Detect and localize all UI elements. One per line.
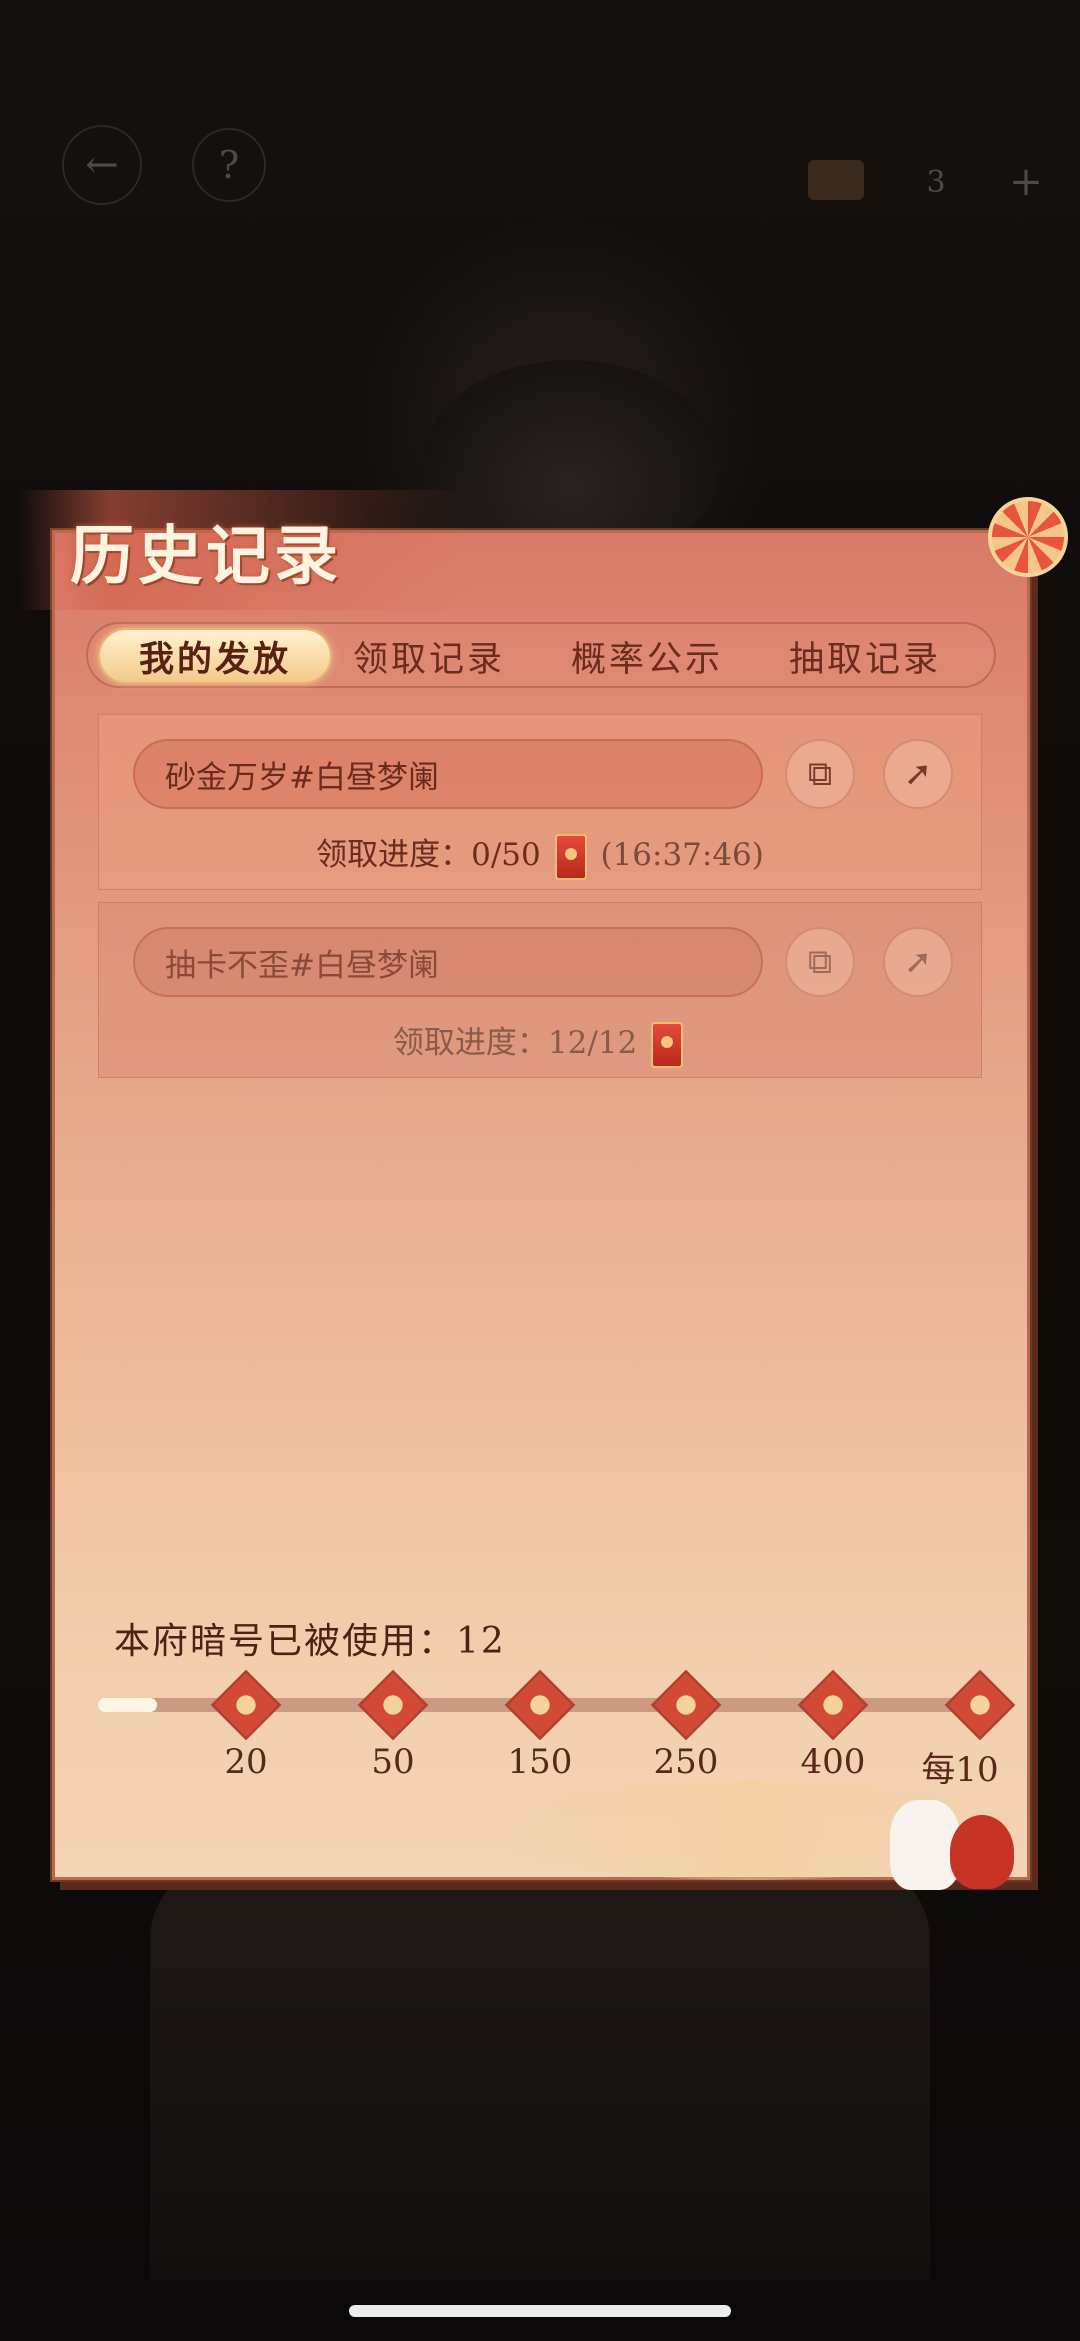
add-currency-button[interactable]: + xyxy=(1000,159,1052,205)
copy-button[interactable]: ⧉ xyxy=(785,927,855,997)
milestone-label: 250 xyxy=(653,1742,719,1782)
progress-label: 领取进度：12/12 xyxy=(392,1025,638,1061)
tab-label: 抽取记录 xyxy=(788,639,941,680)
red-packet-icon xyxy=(554,833,587,880)
close-emblem-button[interactable] xyxy=(988,497,1068,577)
milestone-label: 20 xyxy=(224,1742,268,1782)
tab-claim-records[interactable]: 领取记录 xyxy=(334,630,524,682)
milestone-label: 150 xyxy=(507,1742,573,1782)
usage-progress-fill xyxy=(98,1698,158,1712)
copy-icon: ⧉ xyxy=(807,942,833,982)
tab-draw-records[interactable]: 抽取记录 xyxy=(770,630,960,682)
countdown-timer: (16:37:46) xyxy=(600,837,764,873)
milestone-label: 50 xyxy=(371,1742,415,1782)
home-indicator[interactable] xyxy=(349,2305,731,2317)
list-item: 抽卡不歪#白昼梦阑 ⧉ ➚ 领取进度：12/12 xyxy=(98,902,982,1078)
share-icon: ➚ xyxy=(903,942,933,982)
background-character-robe xyxy=(150,1860,930,2280)
list-item: 砂金万岁#白昼梦阑 ⧉ ➚ 领取进度：0/50 (16:37:46) xyxy=(98,714,982,890)
dialog-title: 历史记录 xyxy=(70,519,342,594)
treasure-chest-icon xyxy=(808,160,864,200)
tab-my-distributions[interactable]: 我的发放 xyxy=(100,630,330,682)
copy-icon: ⧉ xyxy=(807,754,833,794)
milestone-label: 400 xyxy=(800,1742,866,1782)
question-mark-icon: ? xyxy=(218,143,240,187)
copy-button[interactable]: ⧉ xyxy=(785,739,855,809)
tab-label: 我的发放 xyxy=(138,638,291,680)
milestone-label: 每10 xyxy=(921,1750,999,1790)
packet-name: 抽卡不歪#白昼梦阑 xyxy=(133,927,763,997)
plus-icon: + xyxy=(1009,159,1043,205)
tab-probability[interactable]: 概率公示 xyxy=(552,630,742,682)
usage-label: 本府暗号已被使用：12 xyxy=(114,1621,506,1662)
currency-count: 3 xyxy=(926,164,946,200)
claim-progress: 领取进度：0/50 (16:37:46) xyxy=(99,829,981,880)
packet-name: 砂金万岁#白昼梦阑 xyxy=(133,739,763,809)
share-button[interactable]: ➚ xyxy=(883,927,953,997)
tab-label: 领取记录 xyxy=(352,639,505,680)
share-icon: ➚ xyxy=(903,754,933,794)
red-packet-icon xyxy=(651,1021,684,1068)
claim-progress: 领取进度：12/12 xyxy=(99,1017,981,1068)
progress-label: 领取进度：0/50 xyxy=(316,837,541,873)
help-button[interactable]: ? xyxy=(192,128,266,202)
lucky-bag-icon xyxy=(950,1815,1014,1889)
tab-label: 概率公示 xyxy=(570,639,723,680)
share-button[interactable]: ➚ xyxy=(883,739,953,809)
back-button[interactable]: ← xyxy=(62,125,142,205)
back-arrow-icon: ← xyxy=(85,142,119,188)
